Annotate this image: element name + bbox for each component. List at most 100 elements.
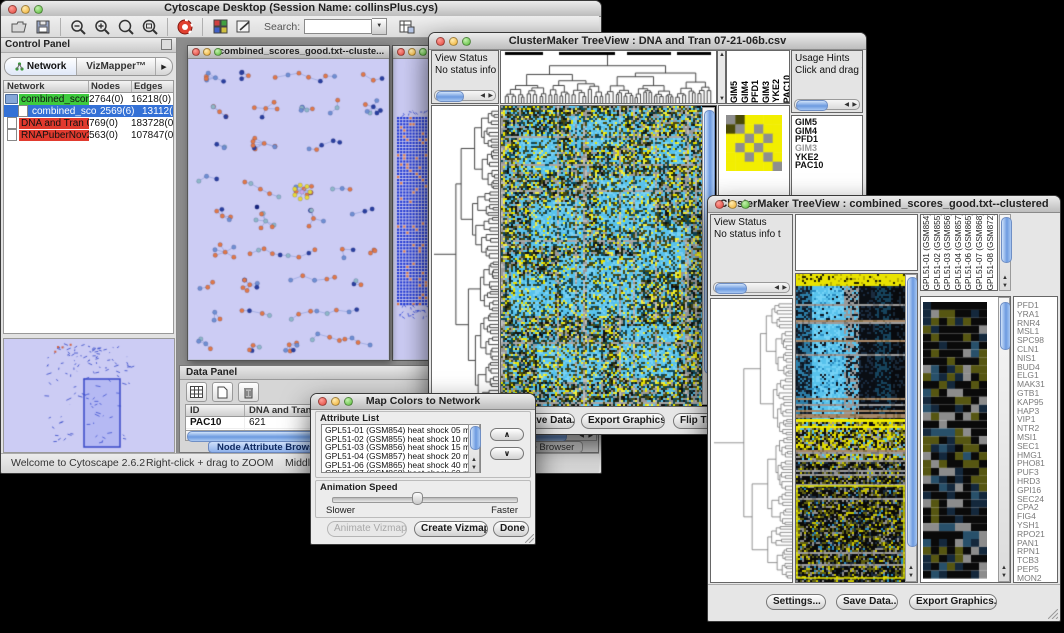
mini-vscrollbar[interactable]: ▲▼ <box>717 50 726 104</box>
minimize-button[interactable] <box>449 37 458 46</box>
col-edges[interactable]: Edges <box>132 81 173 92</box>
scroll-thumb[interactable] <box>436 91 464 102</box>
scroll-down-arrow[interactable]: ▼ <box>1001 573 1007 579</box>
treeview-dna-titlebar[interactable]: ClusterMaker TreeView : DNA and Tran 07-… <box>429 33 866 50</box>
close-button[interactable] <box>8 5 17 14</box>
scroll-up-arrow[interactable]: ▲ <box>1002 275 1008 281</box>
usage-hints-scrollbar[interactable]: ◀▶ <box>794 99 860 110</box>
column-dendrogram-panel[interactable] <box>795 214 918 271</box>
zoom-button[interactable] <box>344 397 353 406</box>
minimize-button[interactable] <box>728 200 737 209</box>
heatmap-panel[interactable]: ▲ ▼ <box>795 273 918 583</box>
import-table-button[interactable] <box>395 15 419 38</box>
resize-grip[interactable] <box>1048 609 1058 619</box>
move-up-button[interactable]: ∧ <box>490 428 524 441</box>
heatmap-canvas[interactable] <box>796 274 906 582</box>
help-button[interactable] <box>173 15 197 38</box>
zoom-button[interactable] <box>34 5 43 14</box>
zoom-out-button[interactable] <box>66 15 90 38</box>
zoom-button[interactable] <box>462 37 471 46</box>
gene-label[interactable]: PAC10 <box>795 161 862 170</box>
summary-heatmap-panel[interactable]: ▲ ▼ <box>920 296 1011 583</box>
minimize-button[interactable] <box>408 48 416 56</box>
close-button[interactable] <box>192 48 200 56</box>
row-dendrogram-canvas[interactable] <box>711 299 792 582</box>
scroll-up-arrow[interactable]: ▲ <box>908 565 914 571</box>
scroll-left-arrow[interactable]: ◀ <box>774 285 779 291</box>
network-table-header[interactable]: Network Nodes Edges <box>4 81 173 93</box>
network-frame1-titlebar[interactable]: combined_scores_good.txt--cluste... <box>188 46 389 59</box>
treeview-combined-titlebar[interactable]: ClusterMaker TreeView : combined_scores_… <box>708 196 1060 213</box>
network-overview-canvas[interactable] <box>4 339 172 450</box>
attribute-list-scrollbar[interactable]: ▲ ▼ <box>468 424 480 473</box>
minimize-button[interactable] <box>331 397 340 406</box>
column-label[interactable]: GPL51-03 (GSM856) <box>943 214 954 290</box>
heatmap-canvas[interactable] <box>501 106 702 406</box>
animate-vizmap-button[interactable]: Animate Vizmap <box>327 521 407 537</box>
scroll-down-arrow[interactable]: ▼ <box>471 465 477 471</box>
new-attribute-button[interactable] <box>212 382 233 402</box>
speed-slider-track[interactable] <box>332 497 518 503</box>
annotation-button[interactable] <box>232 15 256 38</box>
scroll-thumb[interactable] <box>796 100 828 111</box>
network-overview-panel[interactable] <box>3 338 175 453</box>
zoom-selected-button[interactable] <box>114 15 138 38</box>
labels-vscrollbar[interactable]: ▲ ▼ <box>999 214 1011 291</box>
delete-attribute-button[interactable] <box>238 382 259 402</box>
column-dendrogram-panel[interactable] <box>500 50 717 104</box>
close-button[interactable] <box>715 200 724 209</box>
vscroll-thumb[interactable] <box>1001 217 1012 263</box>
summary-heatmap-canvas[interactable] <box>923 302 987 579</box>
column-label[interactable]: GIM4 <box>740 81 751 103</box>
mini-heatmap-canvas[interactable] <box>726 115 782 171</box>
column-header-id[interactable]: ID <box>186 405 245 416</box>
column-label[interactable]: PAC10 <box>782 75 791 103</box>
scroll-left-arrow[interactable]: ◀ <box>844 102 849 108</box>
scroll-right-arrow[interactable]: ▶ <box>782 285 787 291</box>
float-panel-icon[interactable] <box>161 39 172 50</box>
column-label[interactable]: GPL51-07 (GSM868) <box>975 214 986 290</box>
network-canvas-1[interactable] <box>189 59 386 358</box>
zoom-fit-button[interactable] <box>138 15 162 38</box>
scroll-down-arrow[interactable]: ▼ <box>1002 283 1008 289</box>
vscroll-thumb[interactable] <box>907 277 918 547</box>
resize-grip[interactable] <box>525 534 534 543</box>
network-view-1[interactable] <box>189 59 388 359</box>
column-label[interactable]: GIM5 <box>729 81 740 103</box>
tab-vizmapper[interactable]: VizMapper™ <box>77 58 155 75</box>
scroll-up-arrow[interactable]: ▲ <box>471 457 477 463</box>
attribute-list-item[interactable]: GPL51-07 (GSM868) heat shock 60 min <box>325 469 480 473</box>
gene-label[interactable]: MON2 <box>1017 574 1057 583</box>
settings-button[interactable]: Settings... <box>766 594 826 610</box>
network-table-row[interactable]: RNAPuberNov2+ 563(0) 107847(0) <box>4 129 173 141</box>
dialog-titlebar[interactable]: Map Colors to Network <box>311 394 535 410</box>
row-dendrogram-canvas[interactable] <box>432 106 498 406</box>
vscroll-thumb[interactable] <box>470 426 481 450</box>
minimize-button[interactable] <box>21 5 30 14</box>
scroll-right-arrow[interactable]: ▶ <box>852 102 857 108</box>
tab-network[interactable]: Network <box>5 58 77 75</box>
scroll-up-arrow[interactable]: ▲ <box>1001 565 1007 571</box>
vscroll-thumb[interactable] <box>1000 302 1011 350</box>
save-data-button[interactable]: Save Data... <box>836 594 898 610</box>
select-attributes-button[interactable] <box>186 382 207 402</box>
heatmap-panel[interactable]: ▲ ▼ <box>500 105 717 407</box>
scroll-left-arrow[interactable]: ◀ <box>480 93 485 99</box>
close-button[interactable] <box>436 37 445 46</box>
column-label[interactable]: GPL51-01 (GSM854) <box>922 214 933 290</box>
attribute-list[interactable]: GPL51-01 (GSM854) heat shock 05 minGPL51… <box>321 424 481 473</box>
scroll-down-arrow[interactable]: ▼ <box>908 573 914 579</box>
minimize-button[interactable] <box>203 48 211 56</box>
column-label[interactable]: GPL51-04 (GSM857) <box>954 214 965 290</box>
col-nodes[interactable]: Nodes <box>89 81 132 92</box>
search-input[interactable] <box>304 19 372 34</box>
create-vizmap-button[interactable]: Create Vizmap <box>414 521 488 537</box>
col-network[interactable]: Network <box>4 81 89 92</box>
close-button[interactable] <box>318 397 327 406</box>
heatmap-vscrollbar[interactable]: ▲ ▼ <box>905 274 917 582</box>
summary-vscrollbar[interactable]: ▲ ▼ <box>998 297 1010 582</box>
vizmapper-button[interactable] <box>208 15 232 38</box>
column-label[interactable]: GPL51-06 (GSM865) <box>964 214 975 290</box>
column-label[interactable]: GPL51-08 (GSM872) <box>986 214 997 290</box>
scroll-right-arrow[interactable]: ▶ <box>488 93 493 99</box>
